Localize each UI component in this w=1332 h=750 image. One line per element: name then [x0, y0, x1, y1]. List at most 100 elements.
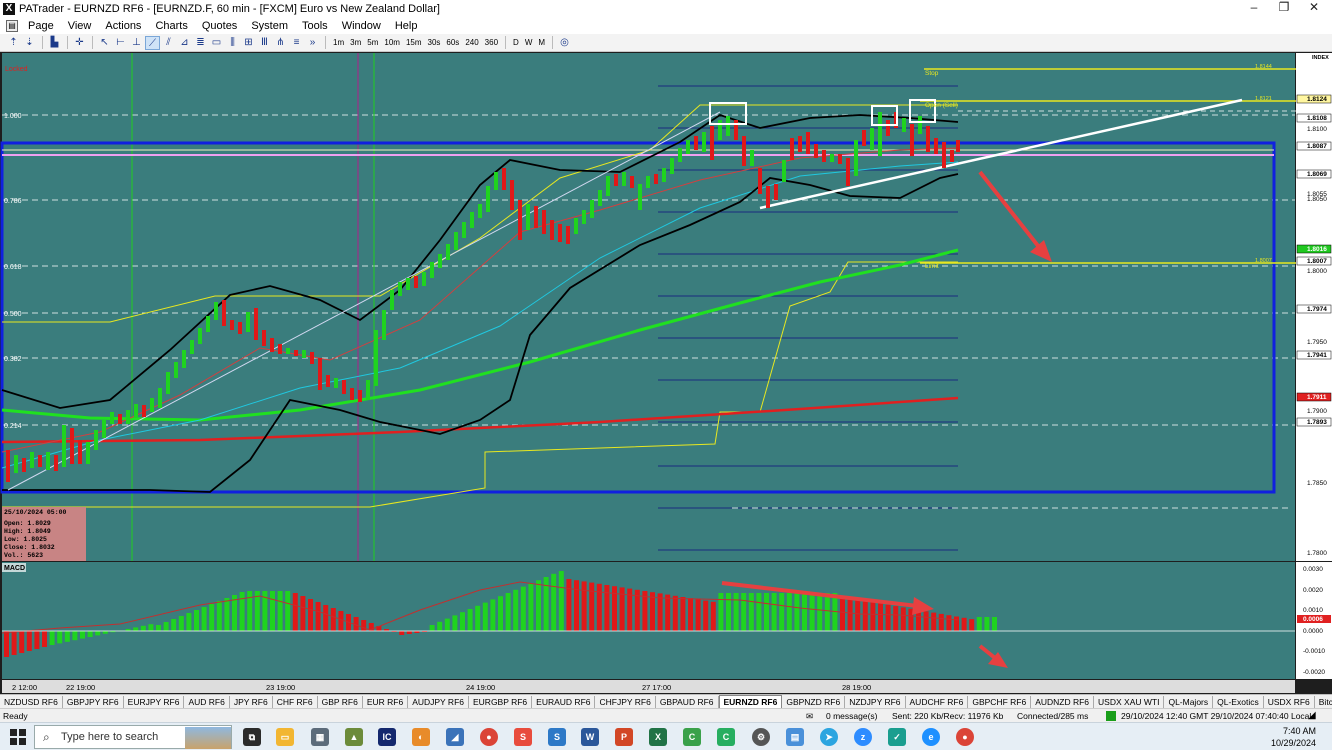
menu-charts[interactable]: Charts — [148, 20, 194, 32]
file-explorer-icon[interactable]: ▭ — [276, 728, 294, 746]
restore-button[interactable]: ❐ — [1270, 0, 1298, 17]
symbol-tab[interactable]: EURNZD RF6 — [718, 695, 783, 708]
app-icon-blue[interactable]: ◢ — [446, 728, 464, 746]
symbol-tab[interactable]: QL-Majors — [1164, 695, 1214, 708]
minimize-button[interactable]: – — [1240, 0, 1268, 17]
chrome-icon-2[interactable]: ● — [956, 728, 974, 746]
period-monthly[interactable]: M — [535, 36, 548, 50]
resize-grip-icon[interactable]: ◢ — [1308, 710, 1316, 722]
chrome-icon[interactable]: ● — [480, 728, 498, 746]
settings-gear-icon[interactable]: ⚙ — [752, 728, 770, 746]
index-label: INDEX — [1312, 55, 1329, 61]
timeframe-5m[interactable]: 5m — [364, 36, 381, 50]
app-icon-s-red[interactable]: S — [514, 728, 532, 746]
text-icon[interactable]: Ⅲ — [257, 36, 272, 50]
sell-icon[interactable]: ⇣ — [22, 36, 37, 50]
gann-icon[interactable]: ⊞ — [241, 36, 256, 50]
telegram-icon[interactable]: ➤ — [820, 728, 838, 746]
chart-icon[interactable]: ▙ — [47, 36, 62, 50]
zoom-icon[interactable]: z — [854, 728, 872, 746]
windows-start-icon[interactable] — [10, 729, 26, 745]
timeframe-60[interactable]: 60s — [443, 36, 462, 50]
menu-quotes[interactable]: Quotes — [195, 20, 244, 32]
macd-bar — [672, 595, 678, 631]
pointer-icon[interactable]: ↖ — [97, 36, 112, 50]
symbol-tab[interactable]: GBPNZD RF6 — [782, 695, 846, 708]
app-icon-s-blue[interactable]: S — [548, 728, 566, 746]
app-icon-orange[interactable]: ◐ — [412, 728, 430, 746]
symbol-tab[interactable]: QL-Exotics — [1213, 695, 1264, 708]
more-tools-icon[interactable]: » — [305, 36, 320, 50]
symbol-tab[interactable]: EURJPY RF6 — [124, 695, 185, 708]
trend-line-icon[interactable]: ⟋ — [145, 35, 160, 50]
symbol-tab[interactable]: NZDJPY RF6 — [845, 695, 906, 708]
symbol-tab[interactable]: GBPCHF RF6 — [968, 695, 1032, 708]
symbol-tab[interactable]: AUDNZD RF6 — [1031, 695, 1095, 708]
app-icon-green-c2[interactable]: C — [717, 728, 735, 746]
horizontal-line-icon[interactable]: ⊢ — [113, 36, 128, 50]
timeframe-360[interactable]: 360 — [482, 36, 501, 50]
document-icon[interactable]: ▤ — [6, 19, 18, 32]
symbol-tab[interactable]: GBPJPY RF6 — [63, 695, 124, 708]
excel-icon[interactable]: X — [649, 728, 667, 746]
timeframe-1m[interactable]: 1m — [330, 36, 347, 50]
timeframe-15m[interactable]: 15m — [403, 36, 425, 50]
app-icon-check[interactable]: ✓ — [888, 728, 906, 746]
price-panel[interactable] — [2, 53, 1295, 561]
menu-system[interactable]: System — [244, 20, 295, 32]
taskbar-search-box[interactable]: ⌕ Type here to search — [34, 725, 232, 749]
taskbar-clock[interactable]: 7:40 AM 10/29/2024 — [1271, 725, 1316, 749]
crosshair-icon[interactable]: ✛ — [72, 36, 87, 50]
vertical-line-icon[interactable]: ⊥ — [129, 36, 144, 50]
menu-window[interactable]: Window — [335, 20, 388, 32]
symbol-tab[interactable]: AUDCHF RF6 — [906, 695, 969, 708]
symbol-tab[interactable]: GBP RF6 — [318, 695, 363, 708]
symbol-tab[interactable]: USDX RF6 — [1264, 695, 1315, 708]
symbol-tab[interactable]: Bitcoin — [1315, 696, 1332, 708]
edge-icon[interactable]: e — [922, 728, 940, 746]
menu-page[interactable]: Page — [21, 20, 61, 32]
rectangle-icon[interactable]: ▭ — [209, 36, 224, 50]
menu-tools[interactable]: Tools — [295, 20, 335, 32]
price-chart[interactable]: 25/10/2024 05:00 Open: 1.8029 High: 1.80… — [0, 52, 1332, 694]
app-icon-green-c[interactable]: C — [683, 728, 701, 746]
timeframe-3m[interactable]: 3m — [347, 36, 364, 50]
symbol-tab[interactable]: AUDJPY RF6 — [408, 695, 469, 708]
status-messages[interactable]: 0 message(s) — [826, 710, 878, 722]
symbol-tab[interactable]: CHFJPY RF6 — [595, 695, 656, 708]
symbol-tab[interactable]: EURAUD RF6 — [532, 695, 596, 708]
timeframe-30[interactable]: 30s — [425, 36, 444, 50]
price-range-icon[interactable]: ≡ — [289, 36, 304, 50]
symbol-tab[interactable]: CHF RF6 — [273, 695, 318, 708]
menu-help[interactable]: Help — [388, 20, 425, 32]
buy-icon[interactable]: ⇡ — [6, 36, 21, 50]
menu-actions[interactable]: Actions — [98, 20, 148, 32]
task-view-icon[interactable]: ⧉ — [243, 728, 261, 746]
fibonacci-time-icon[interactable]: ⫼ — [225, 36, 240, 50]
symbol-tab[interactable]: USDX XAU WTI — [1094, 695, 1165, 708]
menu-view[interactable]: View — [61, 20, 99, 32]
timeframe-240[interactable]: 240 — [462, 36, 481, 50]
pitchfork-icon[interactable]: ⋔ — [273, 36, 288, 50]
calculator-icon[interactable]: ▦ — [311, 728, 329, 746]
symbol-tab[interactable]: EUR RF6 — [363, 695, 409, 708]
symbol-tab[interactable]: EURGBP RF6 — [469, 695, 533, 708]
timeframe-10m[interactable]: 10m — [381, 36, 403, 50]
app-icon-chart[interactable]: ▲ — [345, 728, 363, 746]
app-icon-display[interactable]: ▤ — [786, 728, 804, 746]
app-icon-trader[interactable]: IC — [378, 728, 396, 746]
powerpoint-icon[interactable]: P — [615, 728, 633, 746]
symbol-tab[interactable]: NZDUSD RF6 — [0, 695, 63, 708]
channel-icon[interactable]: ⫽ — [161, 36, 176, 50]
close-button[interactable]: ✕ — [1300, 0, 1328, 17]
clock-icon[interactable]: ◎ — [557, 36, 572, 50]
period-daily[interactable]: D — [510, 36, 522, 50]
symbol-tab[interactable]: JPY RF6 — [230, 695, 273, 708]
fibonacci-retracement-icon[interactable]: ≣ — [193, 36, 208, 50]
symbol-tab[interactable]: AUD RF6 — [184, 695, 230, 708]
word-icon[interactable]: W — [581, 728, 599, 746]
symbol-tab[interactable]: GBPAUD RF6 — [656, 695, 719, 708]
message-icon[interactable]: ✉ — [806, 710, 813, 722]
period-weekly[interactable]: W — [522, 36, 536, 50]
fibonacci-fan-icon[interactable]: ⊿ — [177, 36, 192, 50]
